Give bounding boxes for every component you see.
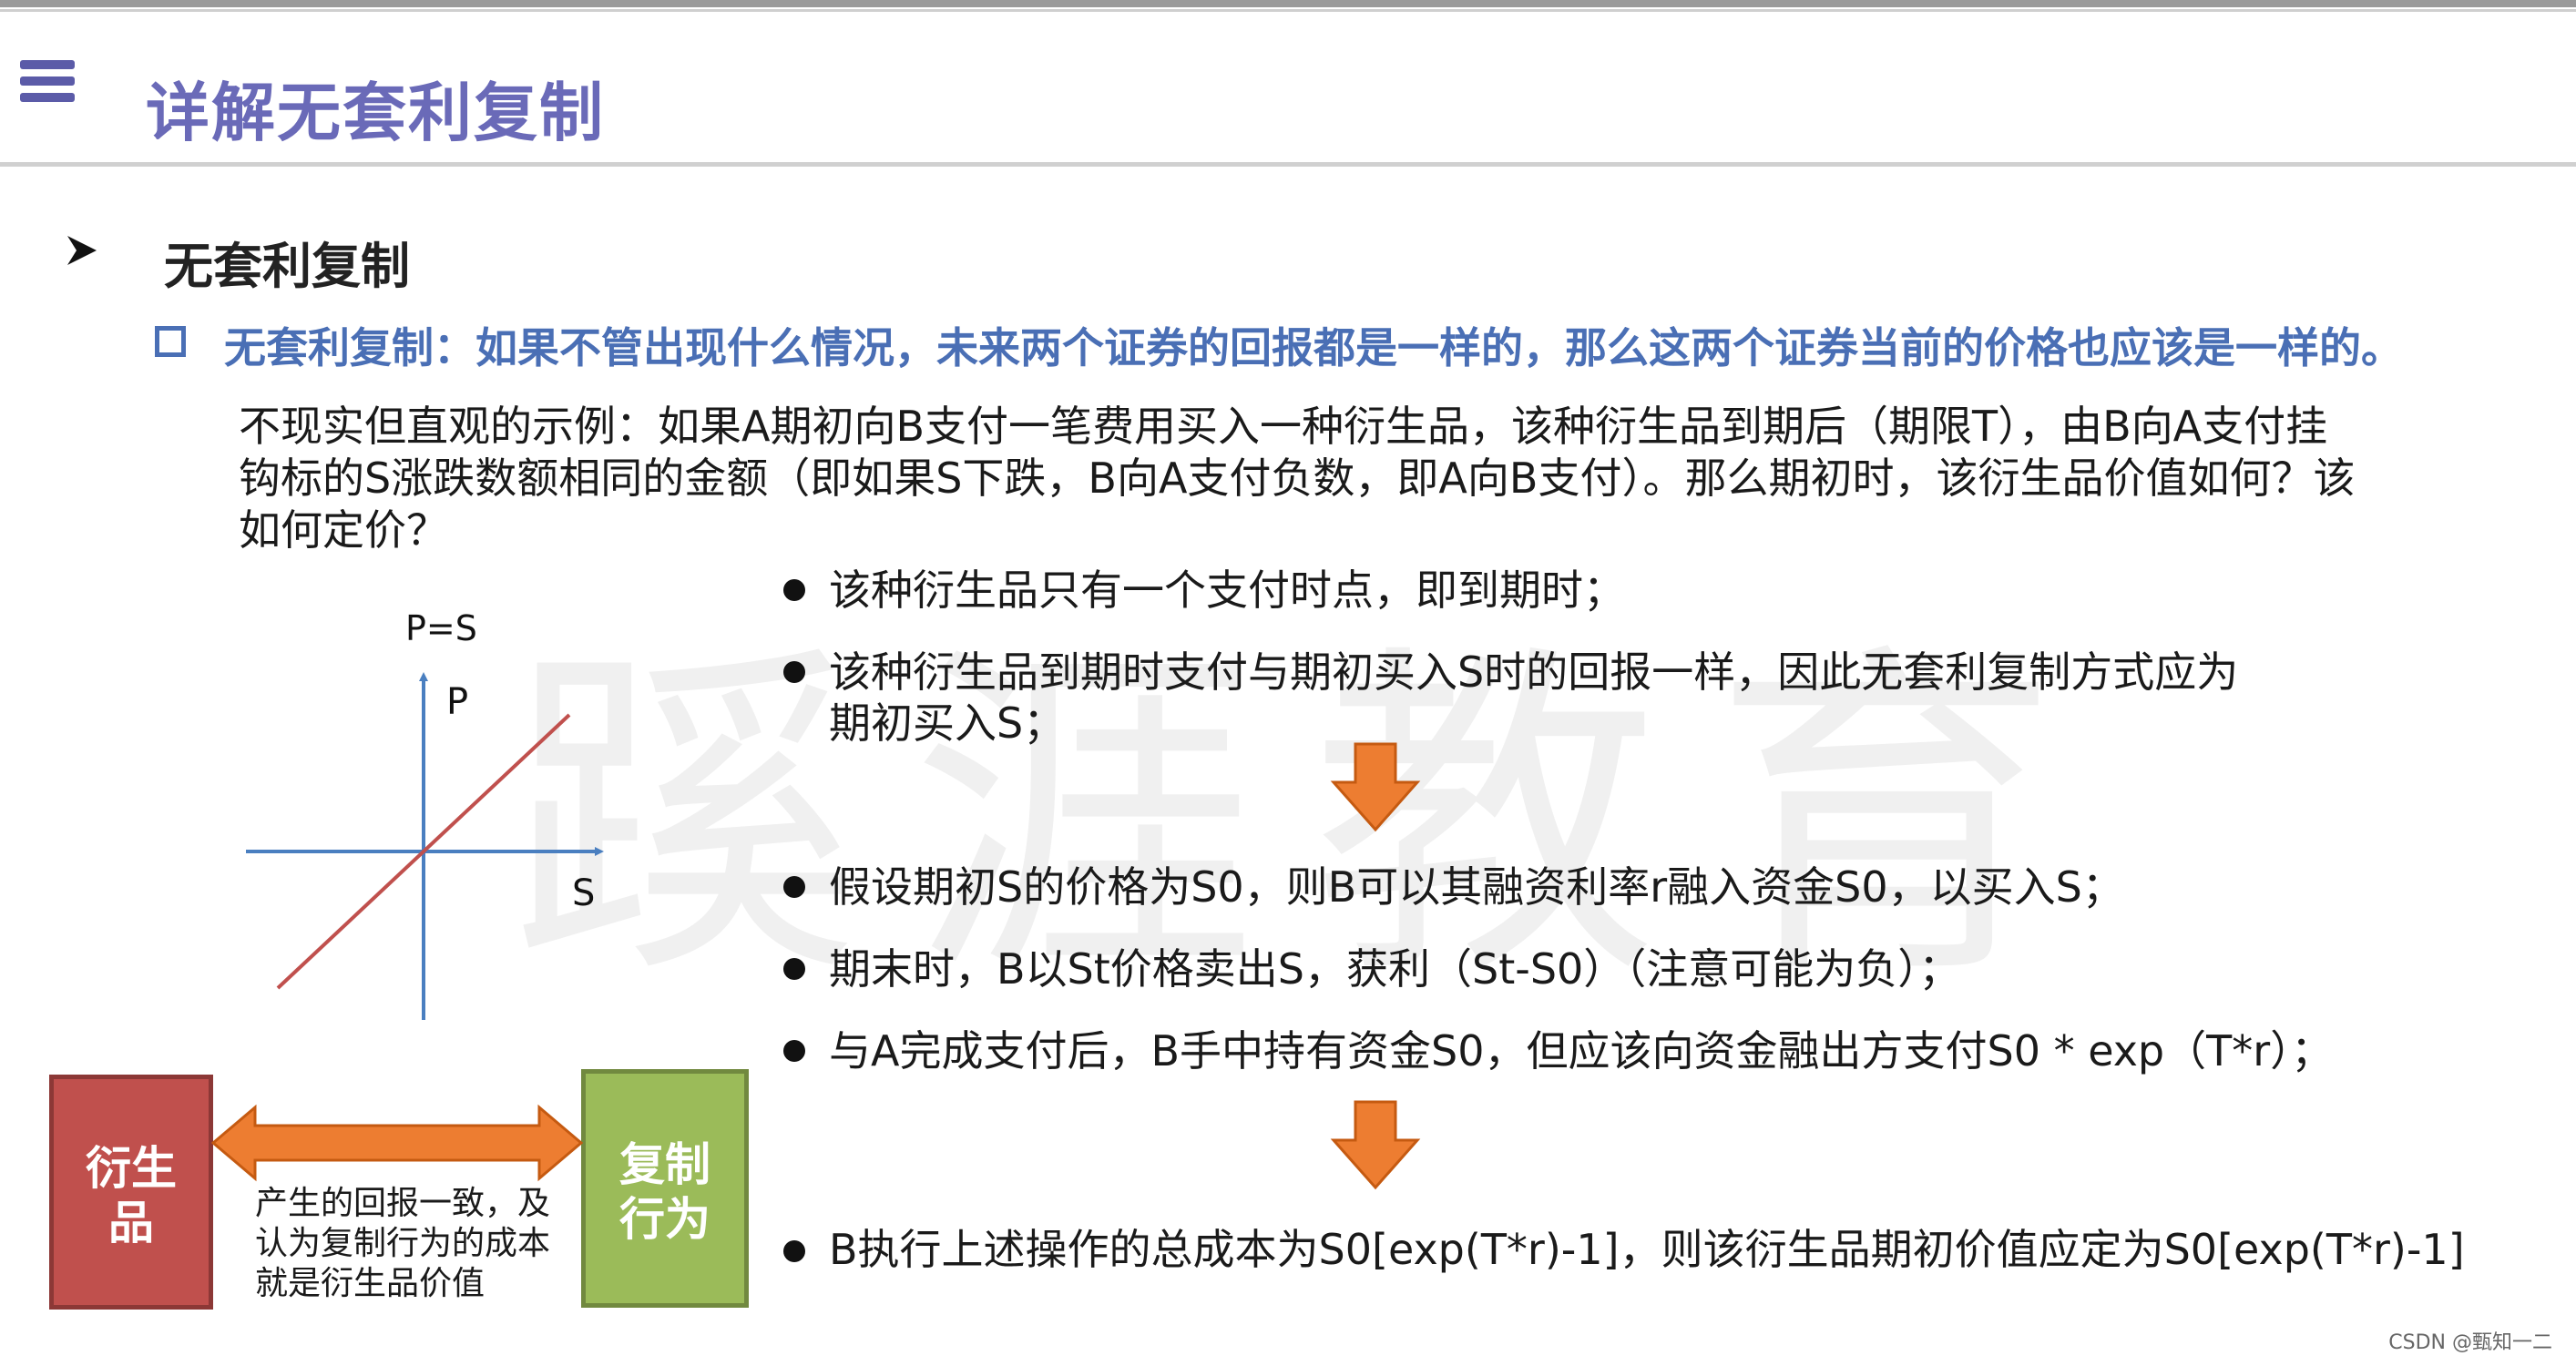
derivative-box: 衍生 品 [49, 1075, 213, 1310]
bullet-dot-icon [783, 579, 805, 601]
bullet-dot-icon [783, 958, 805, 980]
example-line-3: 如何定价？ [239, 505, 448, 555]
chart-title: P=S [405, 608, 477, 648]
bullet-dot-icon [783, 661, 805, 683]
down-arrow-icon [1330, 1100, 1421, 1190]
example-paragraph: 不现实但直观的示例：如果A期初向B支付一笔费用买入一种衍生品，该种衍生品到期后（… [239, 401, 2443, 556]
square-bullet-icon [155, 326, 186, 357]
bullet-2: 该种衍生品到期时支付与期初买入S时的回报一样，因此无套利复制方式应为 [829, 647, 2239, 697]
bullet-2-cont: 期初买入S； [829, 698, 1066, 748]
bullet-3: 假设期初S的价格为S0，则B可以其融资利率r融入资金S0，以买入S； [829, 862, 2124, 912]
note-line-2: 认为复制行为的成本 [255, 1225, 551, 1262]
bullet-dot-icon [783, 1040, 805, 1062]
bullet-4: 期末时，B以St价格卖出S，获利（St-S0）（注意可能为负）； [829, 944, 1961, 994]
section-arrow-icon [67, 236, 97, 265]
example-line-1: 不现实但直观的示例：如果A期初向B支付一笔费用买入一种衍生品，该种衍生品到期后（… [239, 402, 2328, 451]
bullet-dot-icon [783, 1240, 805, 1262]
derivative-label-line2: 品 [108, 1197, 154, 1249]
replication-label-line2: 行为 [619, 1193, 710, 1246]
bullet-1: 该种衍生品只有一个支付时点，即到期时； [829, 566, 1625, 615]
footer-credit: CSDN @甄知一二 [2388, 1331, 2552, 1354]
replication-label-line1: 复制 [619, 1138, 710, 1191]
page-title: 详解无套利复制 [146, 76, 605, 150]
down-arrow-icon [1330, 742, 1421, 832]
note-line-1: 产生的回报一致，及 [255, 1185, 551, 1222]
diagram-note: 产生的回报一致，及 认为复制行为的成本 就是衍生品价值 [255, 1184, 574, 1304]
double-arrow-icon [211, 1104, 583, 1182]
definition-text: 无套利复制：如果不管出现什么情况，未来两个证券的回报都是一样的，那么这两个证券当… [224, 323, 2403, 372]
bullet-conclusion: B执行上述操作的总成本为S0[exp(T*r)-1]，则该衍生品期初价值应定为S… [829, 1225, 2465, 1274]
section-title: 无套利复制 [164, 238, 410, 295]
top-border-shadow [0, 9, 2576, 12]
header-divider [0, 162, 2576, 167]
top-border [0, 0, 2576, 7]
replication-box: 复制 行为 [581, 1069, 749, 1308]
bullet-dot-icon [783, 876, 805, 898]
derivative-label-line1: 衍生 [86, 1142, 177, 1195]
menu-icon[interactable] [20, 60, 75, 115]
bullet-5: 与A完成支付后，B手中持有资金S0，但应该向资金融出方支付S0 * exp（T*… [829, 1026, 2334, 1075]
payoff-chart [246, 672, 604, 1020]
example-line-2: 钩标的S涨跌数额相同的金额（即如果S下跌，B向A支付负数，即A向B支付）。那么期… [239, 454, 2356, 503]
note-line-3: 就是衍生品价值 [255, 1265, 486, 1302]
